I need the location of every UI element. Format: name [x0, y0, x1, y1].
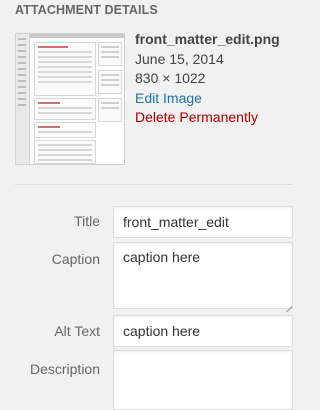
alt-text-field[interactable] — [113, 315, 293, 347]
attachment-details-heading: ATTACHMENT DETAILS — [15, 3, 158, 17]
description-label: Description — [29, 361, 100, 377]
section-divider — [15, 184, 293, 185]
attachment-date: June 15, 2014 — [135, 50, 224, 67]
title-field[interactable] — [113, 206, 293, 238]
attachment-dimensions: 830 × 1022 — [135, 70, 206, 86]
attachment-filename: front_matter_edit.png — [135, 31, 280, 47]
caption-field[interactable]: caption here — [113, 242, 293, 309]
caption-label: Caption — [51, 251, 100, 267]
delete-permanently-link[interactable]: Delete Permanently — [135, 108, 280, 128]
edit-image-link[interactable]: Edit Image — [135, 89, 280, 109]
description-field[interactable] — [113, 350, 293, 410]
resize-handle-icon[interactable] — [284, 299, 292, 307]
attachment-thumbnail — [15, 33, 125, 165]
title-label: Title — [74, 213, 100, 229]
alt-text-label: Alt Text — [54, 323, 100, 339]
attachment-meta: front_matter_edit.png June 15, 2014 830 … — [135, 30, 280, 128]
